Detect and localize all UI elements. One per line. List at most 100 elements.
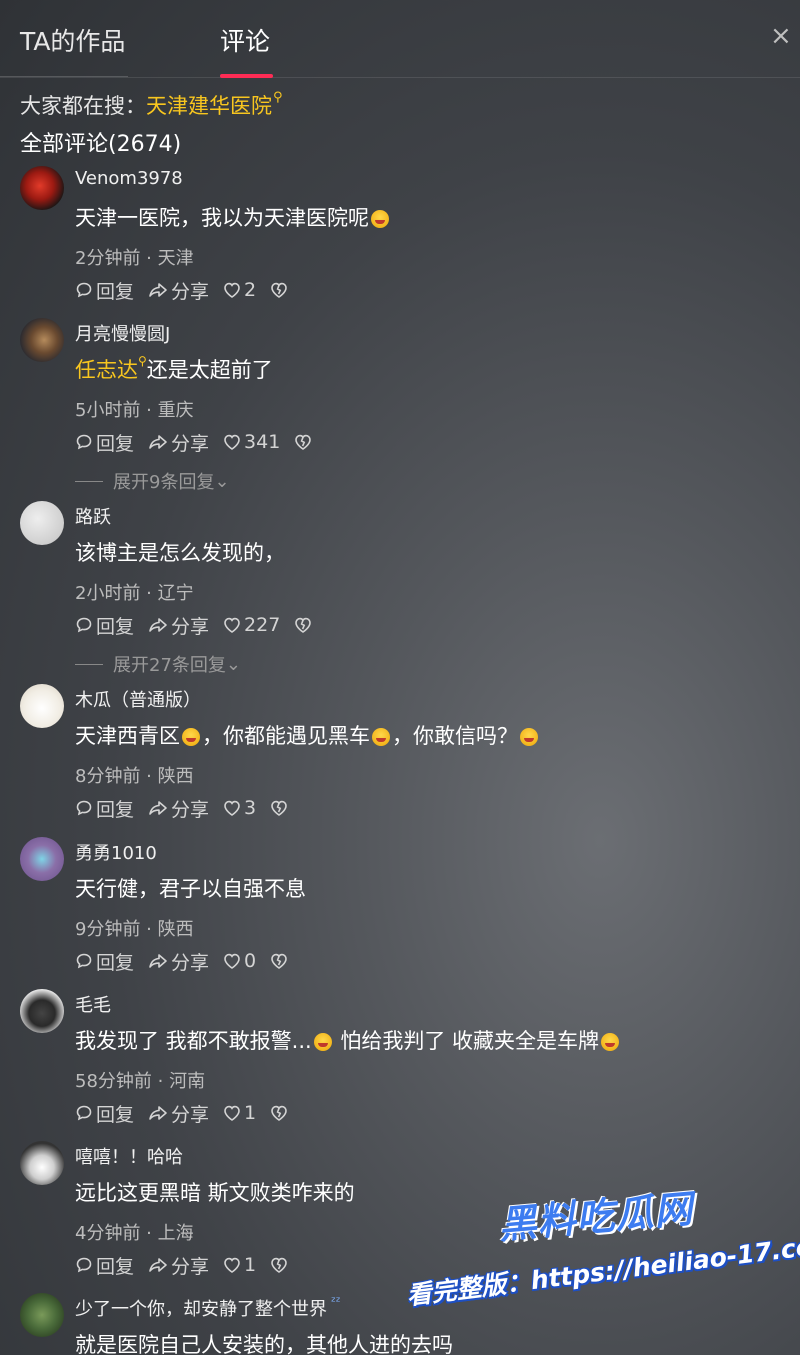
search-suggestion[interactable]: 大家都在搜：天津建华医院⚲ (20, 90, 283, 120)
broken-heart-icon (271, 1105, 287, 1121)
reply-button[interactable]: 回复 (75, 948, 134, 975)
avatar[interactable] (20, 684, 64, 728)
reply-button[interactable]: 回复 (75, 1252, 134, 1279)
comment-text: 天津西青区 ，你都能遇见黑车 ，你敢信吗？ (75, 720, 540, 750)
heart-icon (224, 434, 240, 450)
share-button[interactable]: 分享 (148, 1100, 209, 1127)
dislike-button[interactable] (294, 434, 315, 450)
comment-username[interactable]: 嘻嘻！！哈哈 (75, 1143, 183, 1169)
dislike-button[interactable] (270, 953, 291, 969)
laugh-cry-emoji-icon (520, 728, 538, 746)
share-arrow-icon (149, 954, 167, 968)
laugh-cry-emoji-icon (371, 210, 389, 228)
comment-meta: 2分钟前 · 天津 (75, 248, 194, 269)
avatar[interactable] (20, 837, 64, 881)
expand-replies-button[interactable]: 展开27条回复 ⌄ (75, 651, 241, 677)
like-button[interactable]: 1 (223, 1102, 256, 1124)
share-button[interactable]: 分享 (148, 429, 209, 456)
broken-heart-icon (295, 617, 312, 633)
laugh-cry-emoji-icon (372, 728, 390, 746)
share-button[interactable]: 分享 (148, 795, 209, 822)
search-suggestion-keyword[interactable]: 天津建华医院 (146, 94, 272, 118)
share-button[interactable]: 分享 (148, 1252, 209, 1279)
share-arrow-icon (149, 801, 167, 815)
reply-button[interactable]: 回复 (75, 795, 134, 822)
tab-divider (0, 76, 128, 77)
dislike-button[interactable] (270, 800, 291, 816)
chevron-down-icon: ⌄ (225, 653, 241, 675)
comment-username[interactable]: Venom3978 (75, 168, 183, 189)
broken-heart-icon (271, 953, 287, 969)
search-icon: ⚲ (138, 354, 147, 368)
broken-heart-icon (271, 1257, 287, 1273)
share-button[interactable]: 分享 (148, 612, 209, 639)
avatar[interactable] (20, 1293, 64, 1337)
reply-bubble-icon (76, 1105, 92, 1121)
comment-username[interactable]: 月亮慢慢圆J (75, 320, 170, 346)
share-button[interactable]: 分享 (148, 948, 209, 975)
comment-username[interactable]: 路跃 (75, 503, 111, 529)
avatar[interactable] (20, 318, 64, 362)
avatar[interactable] (20, 501, 64, 545)
reply-bubble-icon (76, 800, 92, 816)
comment-text: 天津一医院，我以为天津医院呢 (75, 202, 391, 232)
broken-heart-icon (271, 800, 287, 816)
like-button[interactable]: 0 (223, 950, 256, 972)
comment-actions: 回复 分享 3 (75, 795, 305, 822)
heart-icon (224, 800, 240, 816)
comment-actions: 回复 分享 341 (75, 429, 329, 456)
broken-heart-icon (295, 434, 312, 450)
share-arrow-icon (149, 1106, 167, 1120)
tab-works[interactable]: TA的作品 (20, 22, 125, 58)
heart-icon (224, 282, 240, 298)
search-suggestion-prefix: 大家都在搜： (20, 94, 146, 118)
comment-text: 任志达⚲还是太超前了 (75, 354, 273, 382)
laugh-cry-emoji-icon (182, 728, 200, 746)
like-button[interactable]: 341 (223, 431, 280, 453)
avatar[interactable] (20, 166, 64, 210)
reply-button[interactable]: 回复 (75, 429, 134, 456)
broken-heart-icon (271, 282, 287, 298)
reply-bubble-icon (76, 617, 92, 633)
close-icon[interactable]: × (770, 22, 792, 50)
like-button[interactable]: 3 (223, 797, 256, 819)
like-button[interactable]: 1 (223, 1254, 256, 1276)
comment-username[interactable]: 毛毛 (75, 991, 111, 1017)
comment-username[interactable]: 勇勇1010 (75, 839, 157, 865)
watermark-site-name: 黑料吃瓜网 (496, 1186, 695, 1248)
dislike-button[interactable] (270, 1105, 291, 1121)
reply-button[interactable]: 回复 (75, 277, 134, 304)
comment-username[interactable]: 木瓜（普通版） (75, 686, 201, 712)
reply-bubble-icon (76, 953, 92, 969)
like-button[interactable]: 2 (223, 279, 256, 301)
avatar[interactable] (20, 989, 64, 1033)
reply-bubble-icon (76, 434, 92, 450)
tab-bar: TA的作品 评论 × (0, 0, 800, 78)
dislike-button[interactable] (270, 282, 291, 298)
comment-meta: 8分钟前 · 陕西 (75, 766, 194, 787)
comment-count-title: 全部评论(2674) (20, 132, 182, 157)
comment-meta: 4分钟前 · 上海 (75, 1223, 194, 1244)
reply-button[interactable]: 回复 (75, 612, 134, 639)
avatar[interactable] (20, 1141, 64, 1185)
expand-replies-button[interactable]: 展开9条回复 ⌄ (75, 468, 230, 494)
like-button[interactable]: 227 (223, 614, 280, 636)
share-button[interactable]: 分享 (148, 277, 209, 304)
reply-button[interactable]: 回复 (75, 1100, 134, 1127)
search-icon: ⚲ (273, 90, 283, 105)
comment-text: 就是医院自己人安装的，其他人进的去吗 (75, 1333, 453, 1355)
yawn-emoji-icon (601, 1033, 620, 1051)
tab-comments[interactable]: 评论 (220, 22, 270, 58)
share-arrow-icon (149, 1258, 167, 1272)
heart-icon (224, 1105, 240, 1121)
share-arrow-icon (149, 283, 167, 297)
comment-keyword-link[interactable]: 任志达 (75, 358, 138, 382)
comment-meta: 58分钟前 · 河南 (75, 1071, 206, 1092)
reply-bubble-icon (76, 1257, 92, 1273)
dislike-button[interactable] (294, 617, 315, 633)
heart-icon (224, 1257, 240, 1273)
heart-icon (224, 617, 240, 633)
reply-bubble-icon (76, 282, 92, 298)
dislike-button[interactable] (270, 1257, 291, 1273)
comment-username[interactable]: 少了一个你，却安静了整个世界 ᶻᶻ (75, 1295, 341, 1321)
